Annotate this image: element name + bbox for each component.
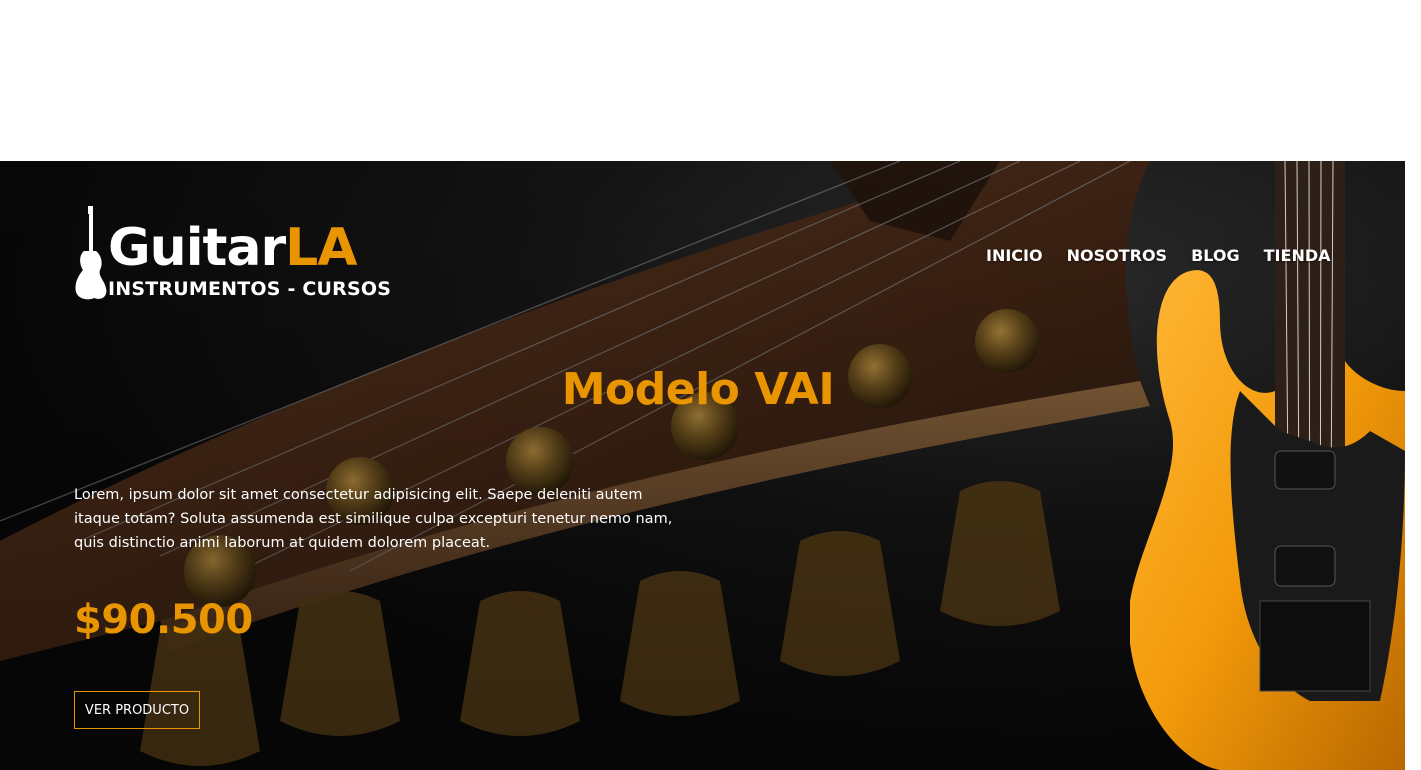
nav-link-tienda[interactable]: TIENDA bbox=[1264, 246, 1331, 265]
view-product-button[interactable]: VER PRODUCTO bbox=[74, 691, 200, 729]
electric-guitar-icon bbox=[75, 206, 107, 300]
nav-link-inicio[interactable]: INICIO bbox=[986, 246, 1043, 265]
model-title: Modelo VAI bbox=[561, 364, 835, 415]
brand-name: GuitarLA bbox=[108, 218, 358, 278]
brand-name-accent: LA bbox=[285, 218, 357, 278]
nav-link-nosotros[interactable]: NOSOTROS bbox=[1067, 246, 1167, 265]
model-description: Lorem, ipsum dolor sit amet consectetur … bbox=[74, 487, 673, 551]
top-blank-area bbox=[0, 0, 1421, 161]
main-navigation: INICIO NOSOTROS BLOG TIENDA bbox=[986, 246, 1331, 265]
brand-logo[interactable]: GuitarLA INSTRUMENTOS - CURSOS bbox=[74, 206, 391, 301]
brand-name-main: Guitar bbox=[108, 218, 286, 278]
model-price: $90.500 bbox=[74, 597, 253, 643]
brand-tagline: INSTRUMENTOS - CURSOS bbox=[108, 278, 392, 300]
nav-link-blog[interactable]: BLOG bbox=[1191, 246, 1240, 265]
hero-section: GuitarLA INSTRUMENTOS - CURSOS INICIO NO… bbox=[0, 161, 1405, 770]
